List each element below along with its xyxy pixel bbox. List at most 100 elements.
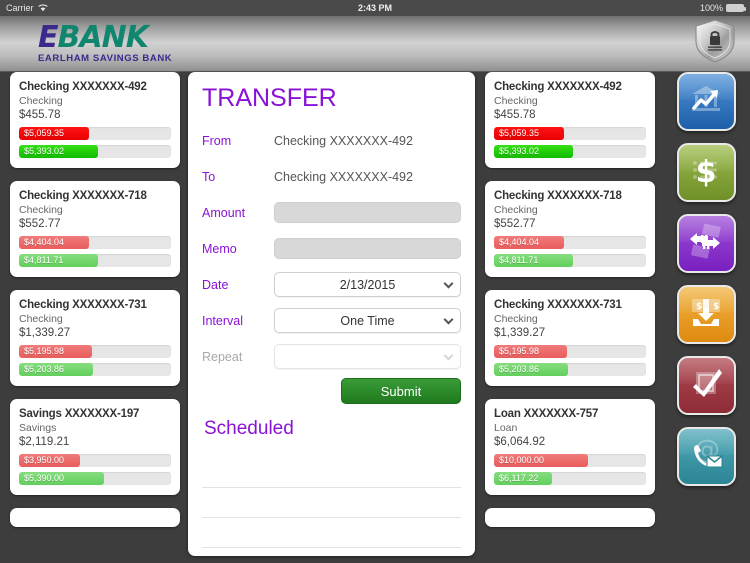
status-bar: Carrier 2:43 PM 100% xyxy=(0,0,750,16)
transfer-button[interactable] xyxy=(676,214,736,273)
account-type: Savings xyxy=(19,422,57,434)
account-bar-red: $5,059.35 xyxy=(494,127,646,140)
amount-row: Amount xyxy=(202,197,461,228)
account-card-partial[interactable] xyxy=(10,508,180,527)
interval-select-value: One Time xyxy=(340,313,395,328)
account-type: Checking xyxy=(19,204,63,216)
account-title: Checking XXXXXXX-731 xyxy=(19,299,147,311)
memo-label: Memo xyxy=(202,241,237,256)
deposit-button[interactable]: $ $ xyxy=(676,285,736,344)
scheduled-row[interactable] xyxy=(202,488,461,518)
account-card[interactable]: Checking XXXXXXX-718 Checking $552.77 $4,40… xyxy=(485,181,655,277)
bar-label: $5,393.02 xyxy=(24,146,65,156)
bar-label: $5,195.98 xyxy=(499,346,540,356)
status-bar-time: 2:43 PM xyxy=(357,3,392,13)
approvals-button[interactable] xyxy=(676,356,736,415)
logo-wordmark: EBANK xyxy=(38,23,172,53)
bar-label: $4,811.71 xyxy=(499,255,539,265)
contact-button[interactable]: @ xyxy=(676,427,736,486)
bar-label: $5,059.35 xyxy=(499,128,540,138)
account-type: Loan xyxy=(494,422,518,434)
amount-label: Amount xyxy=(202,205,246,220)
account-card[interactable]: Checking XXXXXXX-492 Checking $455.78 $5,05… xyxy=(10,72,180,168)
account-list-left: Checking XXXXXXX-492 Checking $455.78 $5,05… xyxy=(10,72,180,540)
scheduled-row[interactable] xyxy=(202,518,461,548)
account-bar-red: $5,059.35 xyxy=(19,127,171,140)
content-area: Checking XXXXXXX-492 Checking $455.78 $5,05… xyxy=(0,72,750,563)
repeat-label: Repeat xyxy=(202,349,243,364)
logo-tagline: EARLHAM SAVINGS BANK xyxy=(38,53,173,65)
account-bar-green: $5,390.00 xyxy=(19,472,171,485)
account-card[interactable]: Savings XXXXXXX-197 Savings $2,119.21 $3,95… xyxy=(10,399,180,495)
svg-text:$: $ xyxy=(696,155,717,188)
to-account-value[interactable]: Checking XXXXXXX-492 xyxy=(274,170,413,184)
date-select[interactable]: 2/13/2015 xyxy=(274,272,461,297)
status-bar-left: Carrier xyxy=(6,3,48,13)
account-bar-green: $5,393.02 xyxy=(494,145,646,158)
shield-lock-icon[interactable] xyxy=(694,19,736,68)
account-card-partial[interactable] xyxy=(485,508,655,527)
chevron-down-icon xyxy=(443,350,454,361)
dollar-icon: $ xyxy=(688,152,724,193)
logo-word-bank: BANK xyxy=(57,20,149,56)
transfer-title: TRANSFER xyxy=(202,84,337,112)
bar-label: $3,950.00 xyxy=(24,455,65,465)
checkmark-icon xyxy=(688,365,724,406)
chevron-down-icon xyxy=(443,314,454,325)
bar-label: $5,059.35 xyxy=(24,128,65,138)
account-bar-red: $4,404.04 xyxy=(494,236,646,249)
account-bar-green: $4,811.71 xyxy=(19,254,171,267)
amount-input[interactable] xyxy=(274,202,461,223)
account-title: Checking XXXXXXX-492 xyxy=(19,81,147,93)
transfer-panel: TRANSFER From Checking XXXXXXX-492 To Ch… xyxy=(188,72,475,556)
to-row: To Checking XXXXXXX-492 xyxy=(202,161,461,192)
account-bar-red: $3,950.00 xyxy=(19,454,171,467)
account-balance: $1,339.27 xyxy=(19,327,71,339)
account-type: Checking xyxy=(494,204,538,216)
account-bar-green: $6,117.22 xyxy=(494,472,646,485)
bar-label: $5,390.00 xyxy=(24,473,65,483)
account-bar-red: $5,195.98 xyxy=(19,345,171,358)
ebank-logo: EBANK EARLHAM SAVINGS BANK xyxy=(38,23,172,64)
account-title: Checking XXXXXXX-731 xyxy=(494,299,622,311)
payments-button[interactable]: $ xyxy=(676,143,736,202)
memo-input[interactable] xyxy=(274,238,461,259)
scheduled-row[interactable] xyxy=(202,458,461,488)
from-label: From xyxy=(202,133,232,148)
contact-mail-icon: @ xyxy=(688,435,724,477)
account-title: Checking XXXXXXX-718 xyxy=(494,190,622,202)
interval-select[interactable]: One Time xyxy=(274,308,461,333)
date-select-value: 2/13/2015 xyxy=(339,277,396,292)
scheduled-list xyxy=(202,458,461,548)
account-card[interactable]: Checking XXXXXXX-718 Checking $552.77 $4,40… xyxy=(10,181,180,277)
bar-label: $4,811.71 xyxy=(24,255,64,265)
account-type: Checking xyxy=(19,313,63,325)
account-type: Checking xyxy=(494,313,538,325)
action-rail: $ $ $ @ xyxy=(672,72,740,486)
from-account-value[interactable]: Checking XXXXXXX-492 xyxy=(274,134,413,148)
account-list-right: Checking XXXXXXX-492 Checking $455.78 $5,05… xyxy=(485,72,655,540)
account-card[interactable]: Loan XXXXXXX-757 Loan $6,064.92 $10,000.00 $… xyxy=(485,399,655,495)
svg-text:$: $ xyxy=(713,302,719,312)
account-balance: $1,339.27 xyxy=(494,327,546,339)
repeat-row: Repeat xyxy=(202,341,461,372)
bar-label: $5,195.98 xyxy=(24,346,65,356)
bar-label: $4,404.04 xyxy=(24,237,65,247)
account-card[interactable]: Checking XXXXXXX-731 Checking $1,339.27 $5,… xyxy=(485,290,655,386)
account-card[interactable]: Checking XXXXXXX-492 Checking $455.78 $5,05… xyxy=(485,72,655,168)
memo-row: Memo xyxy=(202,233,461,264)
svg-text:$: $ xyxy=(696,302,702,312)
account-title: Checking XXXXXXX-718 xyxy=(19,190,147,202)
repeat-select xyxy=(274,344,461,369)
submit-button[interactable]: Submit xyxy=(341,378,461,404)
accounts-chart-button[interactable] xyxy=(676,72,736,131)
account-balance: $552.77 xyxy=(19,218,61,230)
account-balance: $455.78 xyxy=(494,109,536,121)
account-card[interactable]: Checking XXXXXXX-731 Checking $1,339.27 $5,… xyxy=(10,290,180,386)
account-type: Checking xyxy=(19,95,63,107)
transfer-arrows-icon xyxy=(687,222,725,265)
app-header: EBANK EARLHAM SAVINGS BANK xyxy=(0,16,750,72)
battery-icon xyxy=(726,4,746,12)
account-title: Checking XXXXXXX-492 xyxy=(494,81,622,93)
bar-label: $10,000.00 xyxy=(499,455,545,465)
